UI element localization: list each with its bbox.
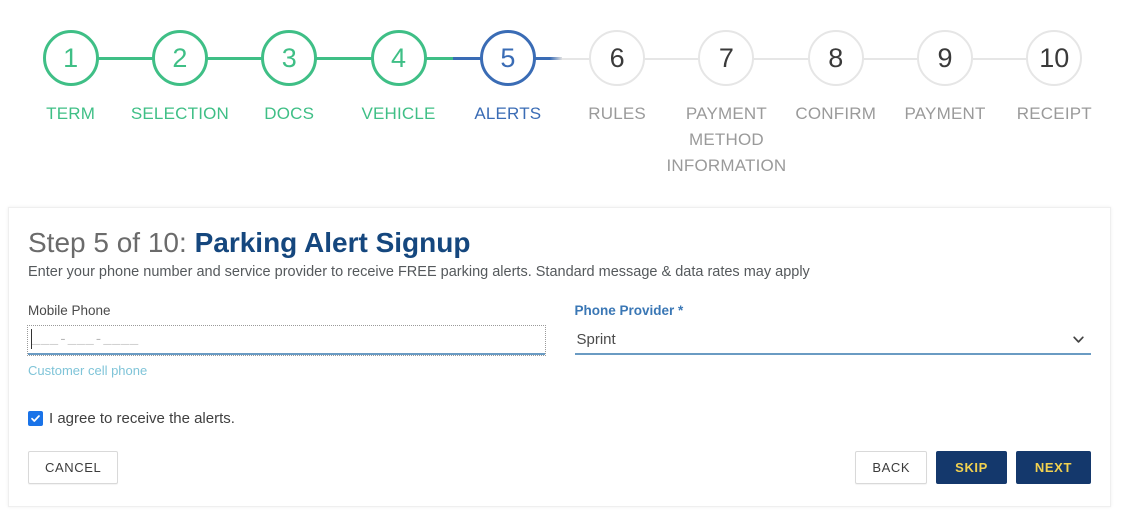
stepper-label-1: TERM [46, 104, 96, 123]
stepper-circle-6: 6 [589, 30, 646, 86]
phone-provider-label: Phone Provider * [574, 303, 684, 318]
mobile-phone-field: Mobile Phone ___-___-____ Customer cell … [27, 302, 546, 380]
page-title-prefix: Step 5 of 10: [28, 227, 195, 258]
stepper-connector-4-left [343, 57, 372, 60]
stepper-step-1[interactable]: 1 TERM [16, 28, 126, 127]
mobile-phone-helper: Customer cell phone [28, 363, 148, 378]
back-button[interactable]: BACK [855, 451, 928, 484]
stepper-circle-8: 8 [807, 30, 864, 86]
stepper-steps: 1 TERM 2 SELECTION 3 DOCS 4 VEHICLE 5 AL… [0, 0, 1125, 179]
stepper-circle-wrap-4: 4 [343, 28, 454, 88]
mobile-phone-input[interactable]: ___-___-____ [27, 325, 546, 356]
cancel-button[interactable]: CANCEL [28, 451, 119, 484]
stepper-step-9[interactable]: 9 PAYMENT [890, 28, 1000, 127]
stepper-connector-10-left [999, 58, 1028, 60]
phone-provider-field: Phone Provider * Sprint [574, 302, 1091, 380]
stepper-step-5[interactable]: 5 ALERTS [453, 28, 563, 127]
stepper-connector-8-left [781, 58, 809, 60]
agree-checkbox[interactable] [28, 411, 43, 426]
stepper-step-10[interactable]: 10 RECEIPT [999, 28, 1109, 127]
actions-right-group: BACK SKIP NEXT [855, 451, 1091, 484]
stepper-connector-5-left [453, 57, 481, 60]
stepper-label-8: CONFIRM [795, 104, 877, 123]
stepper-label-3: DOCS [264, 104, 315, 123]
stepper-step-2[interactable]: 2 SELECTION [125, 28, 235, 127]
agree-row[interactable]: I agree to receive the alerts. [28, 410, 1091, 427]
stepper-label-7: PAYMENT METHOD INFORMATION [666, 104, 787, 175]
stepper-circle-1: 1 [42, 30, 99, 86]
stepper-step-4[interactable]: 4 VEHICLE [343, 28, 454, 127]
stepper-circle-2: 2 [151, 30, 208, 86]
stepper-circle-wrap-2: 2 [125, 28, 235, 88]
stepper-connector-3-left [234, 57, 263, 60]
stepper-step-7[interactable]: 7 PAYMENT METHOD INFORMATION [666, 28, 786, 179]
stepper-connector-2-left [125, 57, 153, 60]
stepper-circle-wrap-6: 6 [562, 28, 672, 88]
stepper-connector-7-left [671, 58, 700, 60]
card-actions: CANCEL BACK SKIP NEXT [28, 451, 1091, 484]
stepper-label-4: VEHICLE [361, 104, 436, 123]
stepper-connector-2-right [206, 57, 235, 60]
stepper-step-8[interactable]: 8 CONFIRM [781, 28, 891, 127]
stepper-connector-4-right [425, 57, 454, 60]
stepper-connector-6-right [644, 58, 672, 60]
phone-provider-select[interactable]: Sprint [574, 326, 1091, 355]
stepper-circle-wrap-1: 1 [16, 28, 126, 88]
phone-provider-value: Sprint [576, 331, 616, 348]
agree-label: I agree to receive the alerts. [49, 410, 235, 427]
stepper-label-5: ALERTS [474, 104, 542, 123]
stepper-connector-1-right [97, 57, 126, 60]
stepper-circle-3: 3 [261, 30, 318, 86]
form-row: Mobile Phone ___-___-____ Customer cell … [27, 302, 1091, 380]
stepper-connector-9-right [972, 58, 1000, 60]
stepper-connector-9-left [890, 58, 919, 60]
stepper-label-2: SELECTION [130, 104, 230, 123]
stepper-circle-wrap-7: 7 [671, 28, 782, 88]
stepper-connector-3-right [316, 57, 344, 60]
progress-stepper: 1 TERM 2 SELECTION 3 DOCS 4 VEHICLE 5 AL… [0, 0, 1125, 196]
stepper-connector-6-left [562, 58, 591, 60]
stepper-circle-7: 7 [698, 30, 755, 86]
page-title-accent: Parking Alert Signup [194, 227, 471, 258]
stepper-circle-4: 4 [370, 30, 427, 86]
stepper-circle-wrap-10: 10 [999, 28, 1109, 88]
stepper-connector-5-right [534, 57, 563, 60]
stepper-circle-10: 10 [1026, 30, 1083, 86]
stepper-circle-9: 9 [917, 30, 974, 86]
chevron-down-icon [1072, 333, 1091, 346]
stepper-connector-7-right [753, 58, 782, 60]
page-description: Enter your phone number and service prov… [28, 264, 810, 280]
stepper-label-9: PAYMENT [904, 104, 986, 123]
mobile-phone-mask: ___-___-____ [32, 331, 139, 348]
stepper-label-6: RULES [588, 104, 646, 123]
mobile-phone-label: Mobile Phone [28, 303, 111, 318]
stepper-circle-wrap-9: 9 [890, 28, 1000, 88]
stepper-step-3[interactable]: 3 DOCS [234, 28, 344, 127]
next-button[interactable]: NEXT [1015, 451, 1091, 484]
stepper-circle-wrap-3: 3 [234, 28, 344, 88]
page-title: Step 5 of 10: Parking Alert Signup [28, 226, 1091, 260]
stepper-circle-5: 5 [479, 30, 536, 86]
text-caret [31, 329, 32, 349]
stepper-connector-8-right [862, 58, 891, 60]
step-content-card: Step 5 of 10: Parking Alert Signup Enter… [8, 207, 1111, 507]
stepper-circle-wrap-8: 8 [781, 28, 891, 88]
stepper-label-10: RECEIPT [1016, 104, 1092, 123]
stepper-circle-wrap-5: 5 [453, 28, 563, 88]
stepper-step-6[interactable]: 6 RULES [562, 28, 672, 127]
skip-button[interactable]: SKIP [936, 451, 1007, 484]
